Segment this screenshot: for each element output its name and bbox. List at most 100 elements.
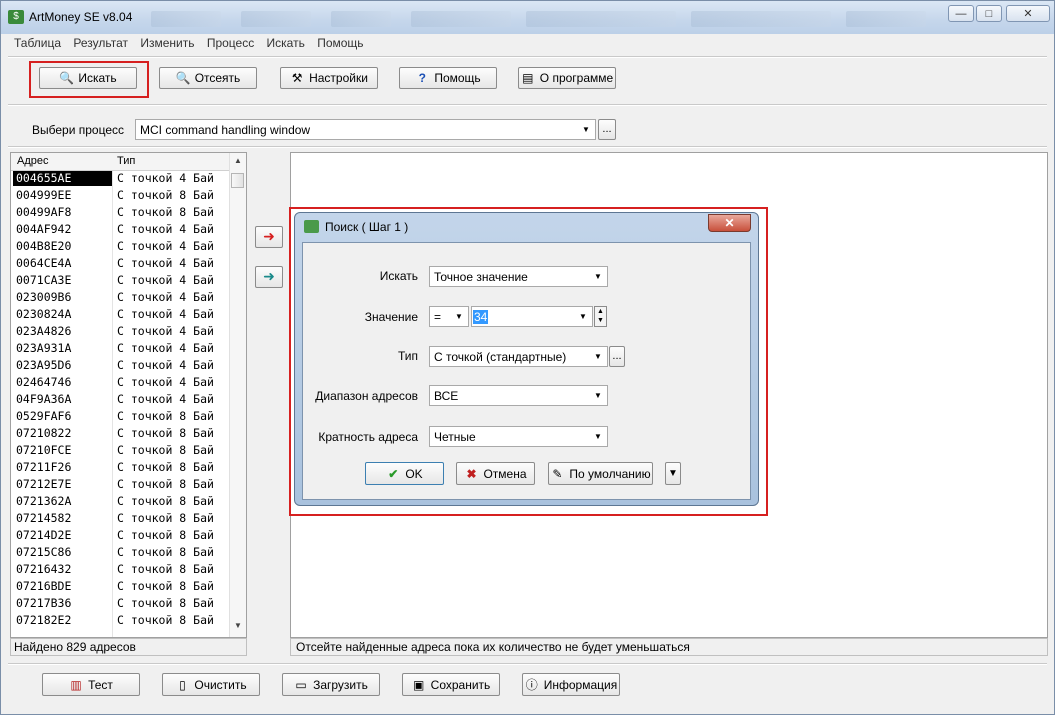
column-header-type[interactable]: Тип [117,155,135,167]
scroll-down-icon[interactable]: ▼ [230,619,246,633]
operator-value: = [434,309,442,324]
type-cell: С точкой 8 Бай [117,188,214,202]
menu-table[interactable]: Таблица [14,36,61,50]
default-button[interactable]: ✎ По умолчанию [548,462,653,485]
table-row[interactable]: 07215C86 С точкой 8 Бай [11,544,231,561]
chevron-down-icon: ▼ [594,432,602,441]
ok-button[interactable]: ✔ OK [365,462,444,485]
table-row[interactable]: 02464746 С точкой 4 Бай [11,374,231,391]
settings-button[interactable]: ⚒ Настройки [280,67,378,89]
table-row[interactable]: 004B8E20 С точкой 4 Бай [11,238,231,255]
load-button[interactable]: ▭ Загрузить [282,673,380,696]
info-button[interactable]: ⓘ Информация [522,673,620,696]
menu-process[interactable]: Процесс [207,36,254,50]
type-browse-button[interactable]: ... [609,346,625,367]
table-row[interactable]: 0064CE4A С точкой 4 Бай [11,255,231,272]
address-cell: 0529FAF6 [16,409,72,423]
menu-search[interactable]: Искать [267,36,305,50]
type-select[interactable]: С точкой (стандартные) ▼ [429,346,608,367]
table-row[interactable]: 07210822 С точкой 8 Бай [11,425,231,442]
cancel-button[interactable]: ✖ Отмена [456,462,535,485]
search-button[interactable]: 🔍 Искать [39,67,137,89]
menu-help[interactable]: Помощь [317,36,363,50]
table-row[interactable]: 00499AF8 С точкой 8 Бай [11,204,231,221]
type-cell: С точкой 4 Бай [117,324,214,338]
table-row[interactable]: 023A95D6 С точкой 4 Бай [11,357,231,374]
table-row[interactable]: 07217B36 С точкой 8 Бай [11,595,231,612]
process-label: Выбери процесс [32,123,125,137]
address-alignment-label: Кратность адреса [318,430,418,444]
clear-button-label: Очистить [194,677,247,692]
table-row[interactable]: 004999EE С точкой 8 Бай [11,187,231,204]
address-cell: 004655AE [13,171,112,186]
table-row[interactable]: 07216432 С точкой 8 Бай [11,561,231,578]
table-row[interactable]: 07214D2E С точкой 8 Бай [11,527,231,544]
operator-select[interactable]: = ▼ [429,306,469,327]
table-row[interactable]: 023A931A С точкой 4 Бай [11,340,231,357]
address-alignment-select[interactable]: Четные ▼ [429,426,608,447]
type-cell: С точкой 4 Бай [117,341,214,355]
table-row[interactable]: 07211F26 С точкой 8 Бай [11,459,231,476]
address-cell: 04F9A36A [16,392,72,406]
table-row[interactable]: 0529FAF6 С точкой 8 Бай [11,408,231,425]
chevron-down-icon: ▼ [582,125,590,134]
table-row[interactable]: 004655AE С точкой 4 Бай [11,170,231,187]
menu-result[interactable]: Результат [73,36,128,50]
table-row[interactable]: 0721362A С точкой 8 Бай [11,493,231,510]
chart-icon: ▥ [70,677,82,692]
chevron-down-icon: ▼ [594,272,602,281]
scroll-up-icon[interactable]: ▲ [230,154,246,168]
about-button[interactable]: ▤ О программе [518,67,616,89]
minimize-button[interactable]: — [948,5,974,22]
spin-up-icon[interactable]: ▲ [595,307,606,316]
dialog-title: Поиск ( Шаг 1 ) [325,220,409,234]
process-browse-button[interactable]: ... [598,119,616,140]
close-window-button[interactable]: ✕ [1006,5,1050,22]
help-button[interactable]: ? Помощь [399,67,497,89]
search-button-label: Искать [78,71,117,85]
address-table[interactable]: Адрес Тип 004655AE С точкой 4 Бай 004999EE… [10,152,247,638]
search-mode-select[interactable]: Точное значение ▼ [429,266,608,287]
table-row[interactable]: 004AF942 С точкой 4 Бай [11,221,231,238]
dialog-close-button[interactable]: ✕ [708,214,751,232]
type-cell: С точкой 8 Бай [117,562,214,576]
load-button-label: Загрузить [313,677,368,692]
column-header-address[interactable]: Адрес [17,155,49,167]
menu-edit[interactable]: Изменить [140,36,194,50]
table-row[interactable]: 07214582 С точкой 8 Бай [11,510,231,527]
save-button[interactable]: ▣ Сохранить [402,673,500,696]
address-cell: 004B8E20 [16,239,72,253]
found-count-status: Найдено 829 адресов [10,638,247,656]
table-row[interactable]: 07212E7E С точкой 8 Бай [11,476,231,493]
table-row[interactable]: 072182E2 С точкой 8 Бай [11,612,231,629]
chevron-down-icon: ▼ [594,352,602,361]
test-button[interactable]: ▥ Тест [42,673,140,696]
table-row[interactable]: 07216BDE С точкой 8 Бай [11,578,231,595]
table-row[interactable]: 04F9A36A С точкой 4 Бай [11,391,231,408]
value-spinner[interactable]: ▲ ▼ [594,306,607,327]
address-cell: 0071CA3E [16,273,72,287]
clear-button[interactable]: ▯ Очистить [162,673,260,696]
filter-button[interactable]: 🔍 Отсеять [159,67,257,89]
scroll-thumb[interactable] [231,173,244,188]
type-cell: С точкой 8 Бай [117,477,214,491]
table-row[interactable]: 023009B6 С точкой 4 Бай [11,289,231,306]
value-input[interactable]: 34 ▼ [471,306,593,327]
table-row[interactable]: 07210FCE С точкой 8 Бай [11,442,231,459]
table-row[interactable]: 023A4826 С точкой 4 Бай [11,323,231,340]
spin-down-icon[interactable]: ▼ [595,316,606,325]
background-tab [151,11,221,27]
blank-page-icon: ▯ [179,677,186,692]
dialog-app-icon [304,220,319,233]
type-cell: С точкой 4 Бай [117,273,214,287]
table-row[interactable]: 0071CA3E С точкой 4 Бай [11,272,231,289]
maximize-button[interactable]: □ [976,5,1002,22]
address-range-value: ВСЕ [434,388,459,403]
more-options-button[interactable]: ▼ [665,462,681,485]
add-to-list-button[interactable]: ➜ [255,226,283,248]
address-cell: 0064CE4A [16,256,72,270]
table-row[interactable]: 0230824A С точкой 4 Бай [11,306,231,323]
type-cell: С точкой 8 Бай [117,460,214,474]
process-select[interactable]: MCI command handling window ▼ [135,119,596,140]
address-range-select[interactable]: ВСЕ ▼ [429,385,608,406]
